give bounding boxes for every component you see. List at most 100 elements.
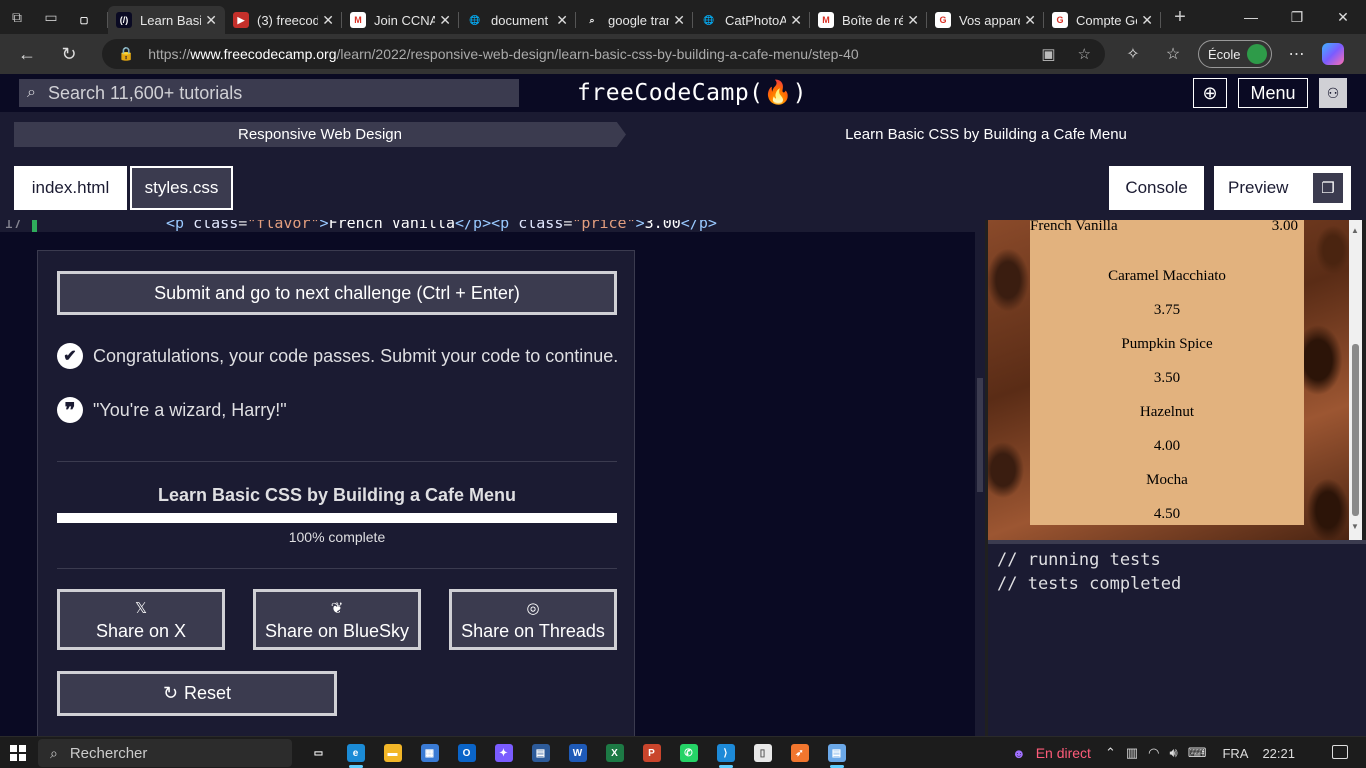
taskbar-search[interactable]: ⌕ Rechercher: [38, 739, 292, 767]
price-text: 3.75: [1153, 302, 1181, 318]
lock-icon[interactable]: 🔒: [118, 46, 134, 62]
refresh-icon[interactable]: ↻: [48, 34, 90, 74]
clock[interactable]: 22:21: [1262, 746, 1295, 761]
browser-tab[interactable]: G Compte Google✕: [1044, 6, 1161, 34]
file-explorer-taskbar-button[interactable]: ▬: [374, 737, 411, 768]
taskbar-search-placeholder: Rechercher: [69, 744, 148, 762]
new-tab-icon[interactable]: +: [1163, 0, 1197, 34]
console-button[interactable]: Console: [1109, 166, 1204, 210]
scroll-up-arrow-icon[interactable]: ▲: [1351, 226, 1359, 235]
code-editor-line[interactable]: 17 <p class="flavor">French Vanilla</p><…: [0, 220, 985, 232]
network-icon[interactable]: ▥: [1126, 745, 1138, 761]
scroll-down-arrow-icon[interactable]: ▼: [1351, 522, 1359, 531]
browser-tab[interactable]: 🌐 document ✕: [459, 6, 576, 34]
close-tab-icon[interactable]: ✕: [322, 12, 334, 29]
popout-icon[interactable]: ❐: [1313, 173, 1343, 203]
browser-tab[interactable]: (/) Learn Basic CSS✕: [108, 6, 225, 34]
submit-button[interactable]: Submit and go to next challenge (Ctrl + …: [57, 271, 617, 315]
language-globe-icon[interactable]: ⊕: [1193, 78, 1227, 108]
preview-button[interactable]: Preview ❐: [1214, 166, 1351, 210]
preview-scroll-thumb[interactable]: [1352, 344, 1359, 516]
code-token: >: [319, 220, 329, 232]
workspaces-icon[interactable]: ⧉: [0, 0, 34, 34]
copilot-icon[interactable]: [1321, 43, 1344, 65]
windows-start-icon[interactable]: [10, 745, 26, 761]
app-available-icon[interactable]: ▣: [1041, 45, 1055, 63]
close-tab-icon[interactable]: ✕: [1141, 12, 1153, 29]
store-taskbar-button[interactable]: ▦: [411, 737, 448, 768]
close-tab-icon[interactable]: ✕: [1024, 12, 1036, 29]
user-avatar[interactable]: ⚇: [1319, 78, 1347, 108]
fcc-logo[interactable]: freeCodeCamp(🔥): [577, 79, 807, 106]
search-input[interactable]: ⌕ Search 11,600+ tutorials: [19, 79, 519, 107]
share-x-button[interactable]: 𝕏 Share on X: [57, 589, 225, 650]
excel-taskbar-button[interactable]: X: [596, 737, 633, 768]
minimize-icon[interactable]: —: [1228, 0, 1274, 34]
whatsapp-icon: ✆: [679, 744, 698, 762]
profile-button[interactable]: École: [1198, 40, 1272, 68]
close-tab-icon[interactable]: ✕: [907, 12, 919, 29]
vscode-taskbar-button[interactable]: ⟩: [707, 737, 744, 768]
close-tab-icon[interactable]: ✕: [439, 12, 451, 29]
volume-icon[interactable]: 🔊︎: [1169, 745, 1177, 761]
word-taskbar-button[interactable]: W: [559, 737, 596, 768]
notifications-icon[interactable]: [1332, 745, 1348, 759]
favorite-star-icon[interactable]: ☆: [1078, 45, 1091, 63]
menu-button[interactable]: Menu: [1238, 78, 1308, 108]
back-icon[interactable]: ←: [6, 34, 48, 74]
browser-tab[interactable]: 🌐 CatPhotoApp✕: [693, 6, 810, 34]
chevron-up-icon[interactable]: ⌃: [1105, 745, 1116, 761]
restore-icon[interactable]: ❐: [1274, 0, 1320, 34]
notepad-doc-taskbar-button[interactable]: ▯: [744, 737, 781, 768]
fcc-navbar: ⌕ Search 11,600+ tutorials freeCodeCamp(…: [0, 74, 1366, 112]
close-tab-icon[interactable]: ✕: [790, 12, 802, 29]
language-indicator[interactable]: FRA: [1222, 746, 1248, 761]
freecodecamp-icon: (/): [116, 12, 132, 28]
wifi-icon[interactable]: ◠: [1148, 745, 1159, 761]
close-tab-icon[interactable]: ✕: [673, 12, 685, 29]
tab-styles-css[interactable]: styles.css: [130, 166, 233, 210]
whatsapp-taskbar-button[interactable]: ✆: [670, 737, 707, 768]
share-bluesky-button[interactable]: ❦ Share on BlueSky: [253, 589, 421, 650]
vertical-tabs-icon[interactable]: ▭: [34, 0, 68, 34]
close-icon[interactable]: ✕: [1320, 0, 1366, 34]
tab-index-html[interactable]: index.html: [14, 166, 127, 210]
address-bar[interactable]: 🔒 https://www.freecodecamp.org/learn/202…: [102, 39, 1105, 69]
share-threads-button[interactable]: ◎ Share on Threads: [449, 589, 617, 650]
extensions-icon[interactable]: ✧: [1118, 44, 1148, 64]
favorites-icon[interactable]: ☆: [1158, 44, 1188, 64]
browser-tab[interactable]: ▢: [68, 6, 108, 34]
taskview-taskbar-button[interactable]: ▭: [300, 737, 337, 768]
flavor-text: Caramel Macchiato: [1108, 268, 1226, 284]
outlook-taskbar-button[interactable]: O: [448, 737, 485, 768]
browser-tab[interactable]: M Boîte de réception✕: [810, 6, 927, 34]
live-label[interactable]: En direct: [1036, 745, 1091, 761]
reset-button[interactable]: ↻ Reset: [57, 671, 337, 716]
share-threads-label: Share on Threads: [461, 620, 605, 641]
powerpoint-taskbar-button[interactable]: P: [633, 737, 670, 768]
browser-tab[interactable]: M Join CCNA ✕: [342, 6, 459, 34]
close-tab-icon[interactable]: ✕: [205, 12, 217, 29]
packet-tracer-taskbar-button[interactable]: ➶: [781, 737, 818, 768]
preview-scrollbar[interactable]: ▲ ▼: [1349, 220, 1362, 540]
editor-scrollbar[interactable]: [975, 220, 985, 736]
edge-taskbar-button[interactable]: e: [337, 737, 374, 768]
powerpoint-icon: P: [642, 744, 661, 762]
breadcrumb-block[interactable]: Learn Basic CSS by Building a Cafe Menu: [620, 122, 1352, 147]
live-stream-icon[interactable]: ☻: [1012, 746, 1026, 761]
keyboard-icon[interactable]: ⌨: [1188, 745, 1207, 761]
course-title: Learn Basic CSS by Building a Cafe Menu: [157, 485, 517, 505]
editor-scroll-thumb[interactable]: [977, 378, 983, 492]
news-taskbar-button[interactable]: ▤: [522, 737, 559, 768]
notepad-taskbar-button[interactable]: ▤: [818, 737, 855, 768]
more-options-icon[interactable]: ⋯: [1282, 44, 1312, 64]
taskbar-apps: ▭ e ▬ ▦ O ✦ ▤ W X P ✆ ⟩ ▯ ➶ ▤: [300, 737, 855, 768]
success-text: Congratulations, your code passes. Submi…: [93, 345, 619, 366]
browser-tab[interactable]: G Vos appareils✕: [927, 6, 1044, 34]
breadcrumb-superblock[interactable]: Responsive Web Design: [14, 122, 626, 147]
close-tab-icon[interactable]: ✕: [556, 12, 568, 29]
editor-tabs-row: index.html styles.css Console Preview ❐: [0, 159, 1366, 220]
browser-tab[interactable]: ▶ (3) freecodecamp✕: [225, 6, 342, 34]
copilot-taskbar-button[interactable]: ✦: [485, 737, 522, 768]
browser-tab[interactable]: ⌕ google translate✕: [576, 6, 693, 34]
